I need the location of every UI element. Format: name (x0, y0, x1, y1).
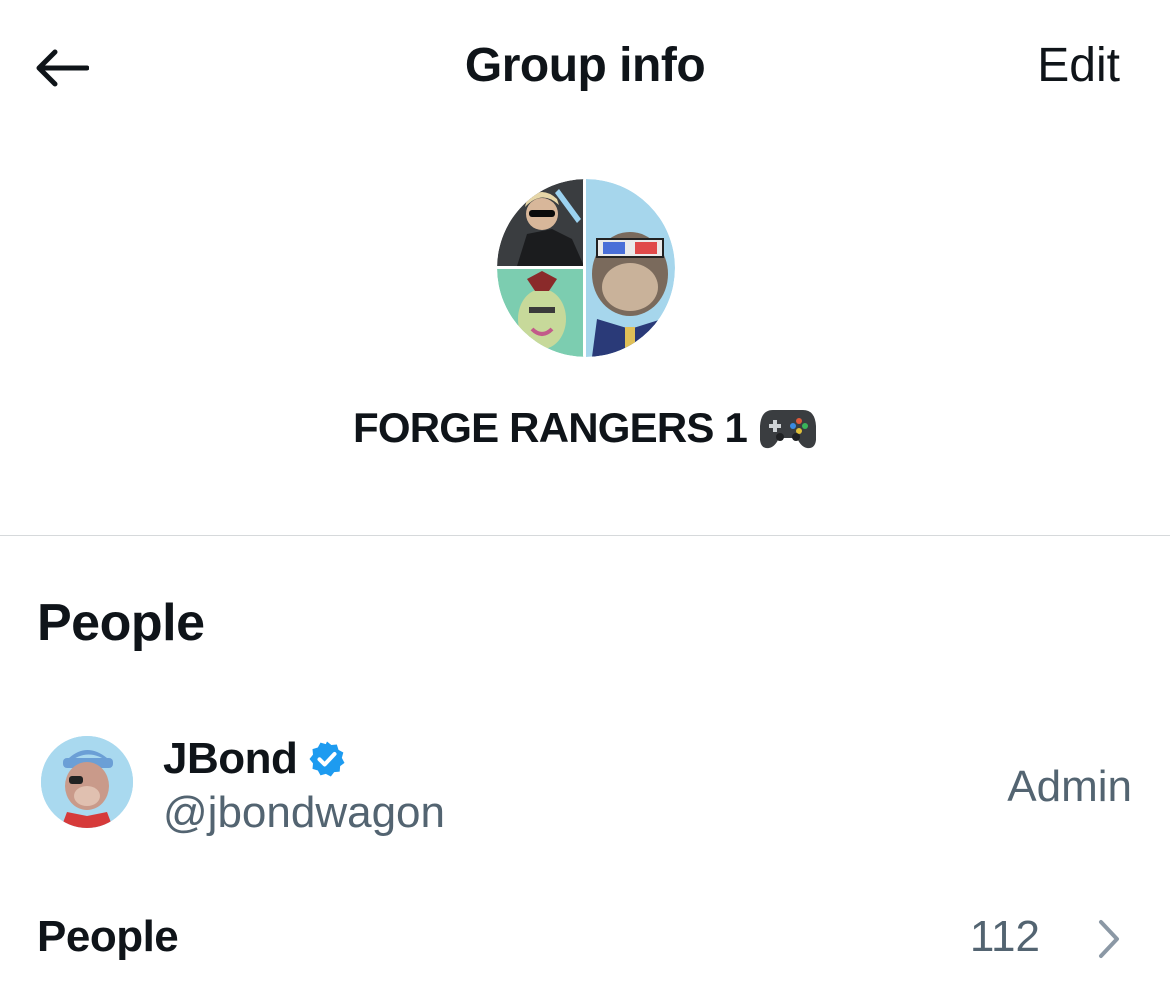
group-name-text: FORGE RANGERS 1 (352, 404, 748, 451)
people-count: 112 (969, 912, 1040, 961)
group-avatar-collage (497, 179, 675, 357)
verified-badge-icon (309, 741, 345, 777)
group-name: FORGE RANGERS 1 (0, 404, 1170, 452)
group-avatar[interactable] (497, 179, 675, 357)
member-row-jbond[interactable]: JBond @jbondwagon Admin (0, 720, 1170, 860)
section-divider (0, 535, 1170, 536)
page-title: Group info (464, 39, 706, 92)
game-controller-icon (760, 410, 817, 449)
avatar (41, 736, 133, 828)
people-count-row[interactable]: People 112 (0, 895, 1170, 985)
edit-button[interactable]: Edit (1037, 38, 1120, 93)
top-nav-bar: Group info Edit (0, 0, 1170, 135)
people-row-label: People (37, 912, 179, 961)
member-role-badge: Admin (1007, 762, 1132, 811)
people-section-title: People (37, 594, 205, 652)
chevron-right-icon (1099, 920, 1119, 958)
member-name-text: JBond (163, 734, 298, 783)
member-handle: @jbondwagon (163, 788, 445, 837)
member-name: JBond (163, 734, 347, 784)
